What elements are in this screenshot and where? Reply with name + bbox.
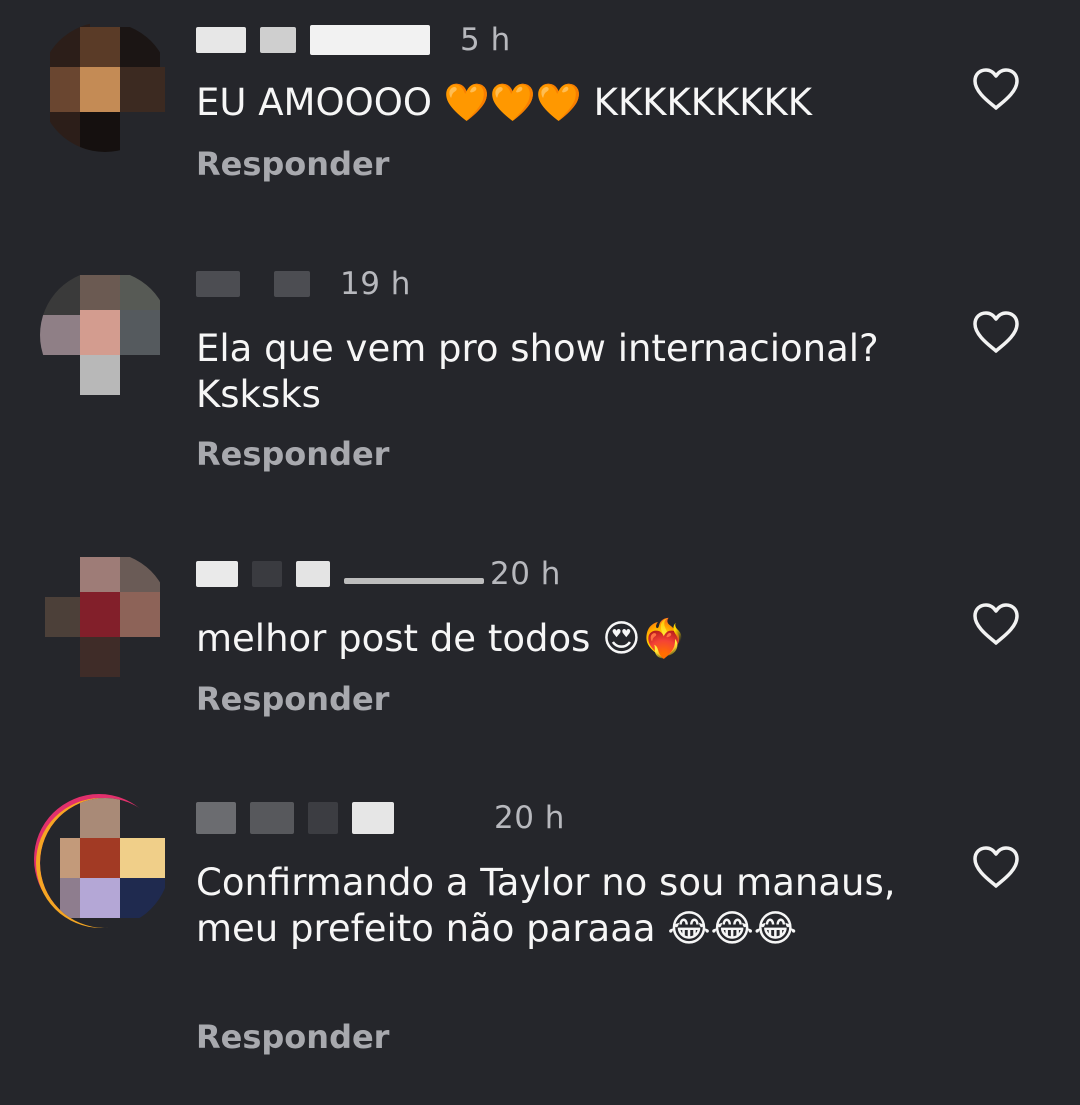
- username[interactable]: [196, 802, 394, 834]
- comment-meta: 5 h: [196, 18, 511, 62]
- heart-outline-icon: [973, 603, 1019, 645]
- username[interactable]: [196, 25, 430, 55]
- comment-text: melhor post de todos 😍❤️‍🔥: [196, 617, 687, 660]
- comment-text: EU AMOOOO 🧡🧡🧡 KKKKKKKKK: [196, 81, 813, 124]
- reply-button[interactable]: Responder: [196, 1018, 389, 1056]
- comments-list: 5 h EU AMOOOO 🧡🧡🧡 KKKKKKKKK Responder 19…: [0, 0, 1080, 1105]
- comment-meta: 20 h: [196, 552, 561, 596]
- reply-button[interactable]: Responder: [196, 145, 389, 183]
- like-button[interactable]: [970, 309, 1022, 355]
- comment-text: Ela que vem pro show internacional? Ksks…: [196, 327, 879, 416]
- avatar[interactable]: [40, 22, 170, 152]
- comment-meta: 19 h: [196, 262, 411, 306]
- heart-outline-icon: [973, 311, 1019, 353]
- like-button[interactable]: [970, 66, 1022, 112]
- avatar[interactable]: [40, 552, 170, 682]
- reply-button[interactable]: Responder: [196, 680, 389, 718]
- like-button[interactable]: [970, 844, 1022, 890]
- avatar[interactable]: [40, 270, 170, 400]
- reply-button[interactable]: Responder: [196, 435, 389, 473]
- heart-outline-icon: [973, 846, 1019, 888]
- username[interactable]: [196, 271, 310, 297]
- comment-meta: 20 h: [196, 796, 565, 840]
- heart-outline-icon: [973, 68, 1019, 110]
- comment-timestamp: 19 h: [340, 266, 411, 302]
- avatar[interactable]: [40, 798, 170, 928]
- comment-timestamp: 20 h: [490, 556, 561, 592]
- like-button[interactable]: [970, 601, 1022, 647]
- comment-text: Confirmando a Taylor no sou manaus, meu …: [196, 861, 896, 950]
- username[interactable]: [196, 561, 484, 587]
- comment-timestamp: 5 h: [460, 22, 511, 58]
- comment-timestamp: 20 h: [494, 800, 565, 836]
